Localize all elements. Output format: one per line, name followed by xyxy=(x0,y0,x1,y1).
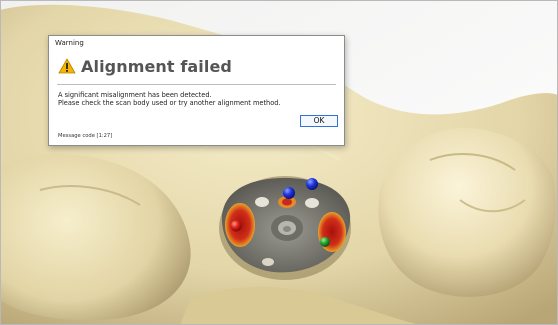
message-code: Message code [1:27] xyxy=(58,133,113,139)
warning-triangle-icon xyxy=(58,58,76,74)
warning-dialog: Warning Alignment failed A significant m… xyxy=(48,35,345,146)
marker-green xyxy=(320,237,330,247)
dialog-message: A significant misalignment has been dete… xyxy=(58,91,281,107)
marker-blue-2 xyxy=(306,178,318,190)
dialog-heading: Alignment failed xyxy=(81,56,232,76)
dialog-message-line-1: A significant misalignment has been dete… xyxy=(58,91,212,99)
marker-blue-1 xyxy=(283,187,295,199)
ok-button[interactable]: OK xyxy=(300,115,338,127)
dialog-separator xyxy=(57,84,336,85)
dialog-message-line-2: Please check the scan body used or try a… xyxy=(58,99,281,107)
dialog-window-title: Warning xyxy=(55,39,84,47)
marker-red xyxy=(230,220,242,232)
dialog-heading-row: Alignment failed xyxy=(58,55,232,77)
